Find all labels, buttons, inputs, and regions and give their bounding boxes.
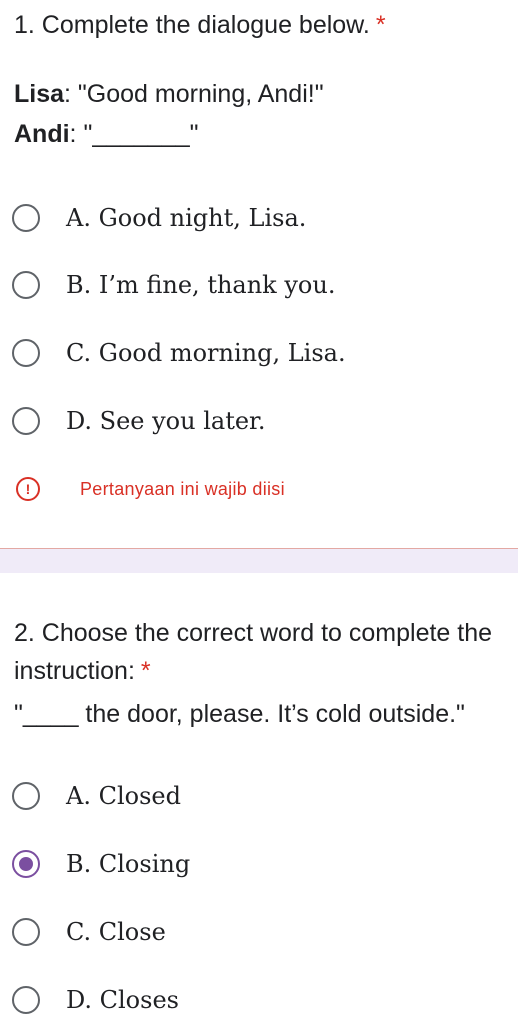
q1-option-c[interactable]: C. Good morning, Lisa. [12,331,492,375]
q2-option-c[interactable]: C. Close [12,910,492,954]
q2-option-a[interactable]: A. Closed [12,774,492,818]
radio-button[interactable] [12,271,40,299]
required-error: ! Pertanyaan ini wajib diisi [16,476,285,502]
q1-option-a[interactable]: A. Good night, Lisa. [12,196,492,240]
required-asterisk: * [375,11,386,39]
question-2-title: 2. Choose the correct word to complete t… [14,619,493,685]
option-label: A. Good night, Lisa. [66,204,307,232]
speaker-name: Andi [14,120,70,148]
option-label: B. Closing [66,850,191,878]
radio-button[interactable] [12,339,40,367]
radio-button[interactable] [12,407,40,435]
option-label: D. See you later. [66,407,266,435]
option-label: A. Closed [66,782,181,810]
radio-button[interactable] [12,204,40,232]
q1-option-d[interactable]: D. See you later. [12,399,492,443]
option-label: C. Close [66,918,166,946]
option-label: D. Closes [66,986,179,1014]
q1-option-b[interactable]: B. I’m fine, thank you. [12,263,492,307]
radio-button[interactable] [12,782,40,810]
option-label: B. I’m fine, thank you. [66,271,336,299]
dialogue-line-andi: Andi: "_______" [14,120,199,148]
instruction-text: "____ the door, please. It’s cold outsid… [14,700,465,728]
radio-button-selected[interactable] [12,850,40,878]
speaker-name: Lisa [14,80,65,108]
radio-button[interactable] [12,986,40,1014]
section-divider [0,548,518,573]
required-asterisk: * [140,657,151,685]
error-icon: ! [16,477,40,501]
dialogue-line-lisa: Lisa: "Good morning, Andi!" [14,80,324,108]
question-1-title: 1. Complete the dialogue below. * [14,11,386,39]
q2-option-d[interactable]: D. Closes [12,978,492,1022]
option-label: C. Good morning, Lisa. [66,339,346,367]
q2-option-b[interactable]: B. Closing [12,842,492,886]
radio-button[interactable] [12,918,40,946]
error-message: Pertanyaan ini wajib diisi [80,478,285,499]
